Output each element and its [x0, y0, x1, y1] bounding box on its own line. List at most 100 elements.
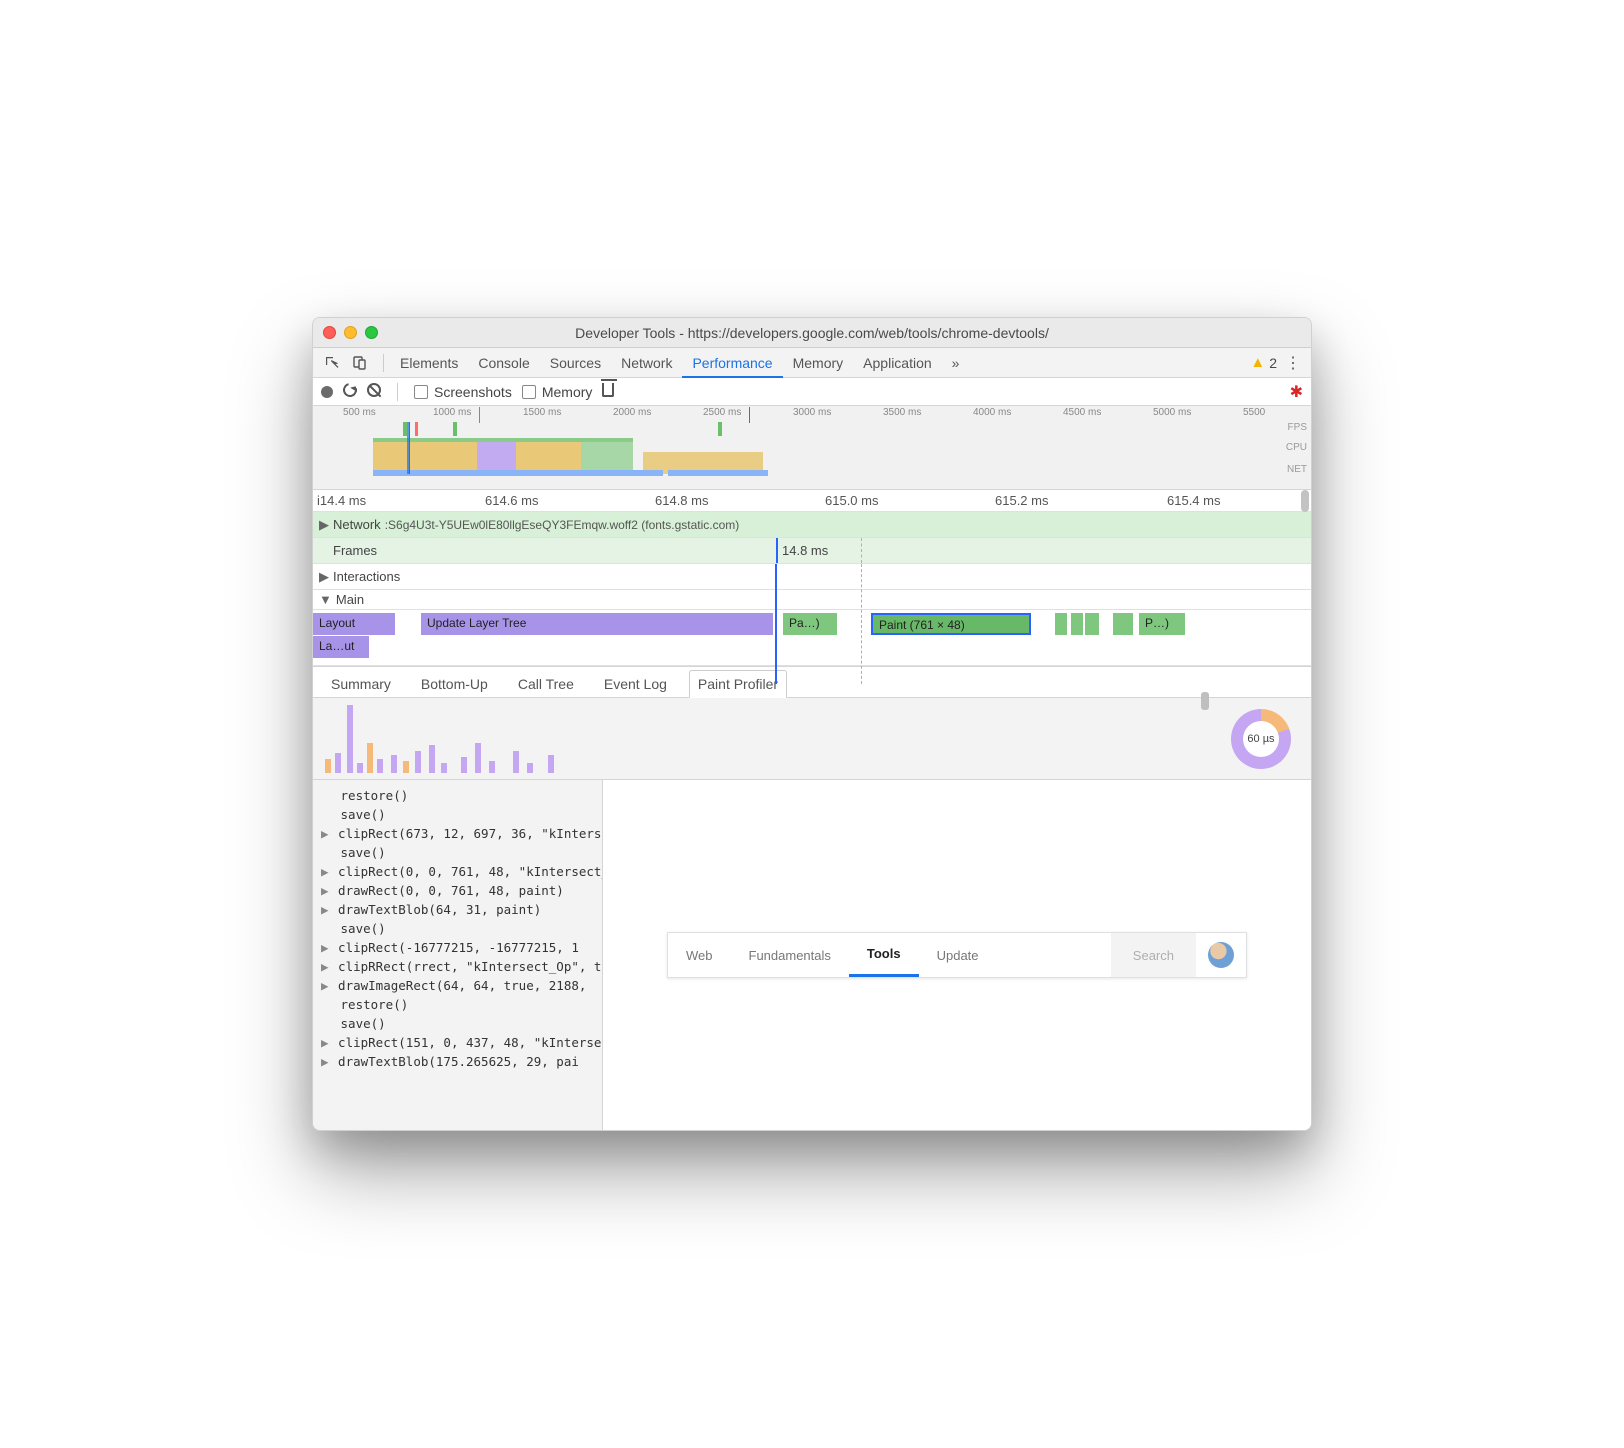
paint-command[interactable]: save()	[313, 805, 602, 824]
paint-command[interactable]: save()	[313, 843, 602, 862]
reload-record-button[interactable]	[343, 383, 357, 400]
paint-profiler-bars[interactable]	[313, 698, 1211, 779]
window-controls	[313, 326, 378, 339]
paint-profiler-header: 60 µs	[313, 698, 1311, 780]
section-network[interactable]: ▶ Network :S6g4U3t-Y5UEw0lE80llgEseQY3FE…	[313, 512, 1311, 538]
devtools-tabstrip: Elements Console Sources Network Perform…	[313, 348, 1311, 378]
flame-layout-2[interactable]: La…ut	[313, 636, 369, 658]
net-activity	[373, 470, 663, 476]
btab-event-log[interactable]: Event Log	[596, 671, 675, 697]
close-window-button[interactable]	[323, 326, 336, 339]
screenshots-label: Screenshots	[434, 384, 512, 400]
window-title: Developer Tools - https://developers.goo…	[313, 325, 1311, 341]
main-flamechart[interactable]: Layout La…ut Update Layer Tree Pa…) Pain…	[313, 610, 1311, 666]
section-main[interactable]: ▼ Main	[313, 590, 1311, 610]
paint-command[interactable]: ▶ drawRect(0, 0, 761, 48, paint)	[313, 881, 602, 900]
network-resource: :S6g4U3t-Y5UEw0lE80llgEseQY3FEmqw.woff2 …	[385, 518, 740, 532]
section-interactions-label: Interactions	[333, 569, 400, 584]
zoom-window-button[interactable]	[365, 326, 378, 339]
net-label: NET	[1287, 464, 1307, 475]
nav-web: Web	[668, 933, 731, 977]
flame-update-layer-tree[interactable]: Update Layer Tree	[421, 613, 773, 635]
frame-boundary	[861, 564, 862, 684]
paint-command[interactable]: restore()	[313, 995, 602, 1014]
paint-command[interactable]: ▶ clipRect(673, 12, 697, 36, "kInterse	[313, 824, 602, 843]
inspect-icon[interactable]	[321, 352, 343, 374]
tabs-overflow[interactable]: »	[942, 348, 970, 378]
section-network-label: Network	[333, 517, 381, 532]
cpu-activity	[373, 438, 633, 474]
btab-call-tree[interactable]: Call Tree	[510, 671, 582, 697]
tab-elements[interactable]: Elements	[390, 348, 468, 378]
scroll-indicator[interactable]	[1201, 692, 1209, 710]
gc-button[interactable]	[602, 383, 614, 400]
capture-settings-icon[interactable]: ✱	[1290, 382, 1303, 402]
cpu-label: CPU	[1286, 442, 1307, 453]
paint-preview: Web Fundamentals Tools Update Search	[603, 780, 1311, 1130]
flame-paint-small[interactable]: Pa…)	[783, 613, 837, 635]
devtools-menu-icon[interactable]: ⋮	[1285, 353, 1301, 373]
memory-checkbox[interactable]: Memory	[522, 384, 593, 400]
frame-duration: 14.8 ms	[776, 538, 828, 563]
section-interactions[interactable]: ▶ Interactions	[313, 564, 1311, 590]
avatar	[1208, 942, 1234, 968]
flame-paint-selected[interactable]: Paint (761 × 48)	[871, 613, 1031, 635]
warnings-number: 2	[1269, 355, 1277, 371]
btab-summary[interactable]: Summary	[323, 671, 399, 697]
warnings-count[interactable]: ▲ 2	[1250, 354, 1277, 371]
flamechart-ruler: i14.4 ms 614.6 ms 614.8 ms 615.0 ms 615.…	[313, 490, 1311, 512]
net-activity	[668, 470, 768, 476]
btab-bottom-up[interactable]: Bottom-Up	[413, 671, 496, 697]
expand-icon: ▶	[319, 517, 329, 533]
flame-bar[interactable]	[1085, 613, 1099, 635]
device-toggle-icon[interactable]	[349, 352, 371, 374]
paint-command[interactable]: ▶ clipRect(-16777215, -16777215, 1	[313, 938, 602, 957]
tab-sources[interactable]: Sources	[540, 348, 611, 378]
btab-paint-profiler[interactable]: Paint Profiler	[689, 670, 787, 698]
paint-command[interactable]: ▶ drawTextBlob(175.265625, 29, pai	[313, 1052, 602, 1071]
rendered-navbar: Web Fundamentals Tools Update Search	[667, 932, 1247, 978]
clear-button[interactable]	[367, 383, 381, 400]
flame-paint-2[interactable]: P…)	[1139, 613, 1185, 635]
cursor-line	[775, 564, 777, 684]
tab-console[interactable]: Console	[468, 348, 539, 378]
paint-command-list[interactable]: restore() save()▶ clipRect(673, 12, 697,…	[313, 780, 603, 1130]
record-button[interactable]	[321, 386, 333, 398]
paint-command[interactable]: save()	[313, 919, 602, 938]
section-frames[interactable]: Frames 14.8 ms	[313, 538, 1311, 564]
tab-memory[interactable]: Memory	[783, 348, 854, 378]
fps-label: FPS	[1288, 422, 1307, 433]
collapse-icon: ▼	[319, 592, 332, 607]
flame-bar[interactable]	[1071, 613, 1083, 635]
paint-command[interactable]: ▶ clipRRect(rrect, "kIntersect_Op", tr	[313, 957, 602, 976]
nav-tools: Tools	[849, 933, 919, 977]
paint-command[interactable]: restore()	[313, 786, 602, 805]
paint-command[interactable]: ▶ clipRect(0, 0, 761, 48, "kIntersect_	[313, 862, 602, 881]
tab-network[interactable]: Network	[611, 348, 682, 378]
tab-performance[interactable]: Performance	[682, 348, 782, 378]
overview-ruler: 500 ms 1000 ms 1500 ms 2000 ms 2500 ms 3…	[313, 406, 1311, 422]
timeline-overview[interactable]: 500 ms 1000 ms 1500 ms 2000 ms 2500 ms 3…	[313, 406, 1311, 490]
flame-bar[interactable]	[1055, 613, 1067, 635]
screenshots-checkbox[interactable]: Screenshots	[414, 384, 512, 400]
paint-command[interactable]: save()	[313, 1014, 602, 1033]
minimize-window-button[interactable]	[344, 326, 357, 339]
selection-handle-right[interactable]	[409, 422, 410, 474]
section-main-label: Main	[336, 592, 364, 607]
memory-label: Memory	[542, 384, 593, 400]
paint-command[interactable]: ▶ clipRect(151, 0, 437, 48, "kInterse	[313, 1033, 602, 1052]
paint-command[interactable]: ▶ drawTextBlob(64, 31, paint)	[313, 900, 602, 919]
nav-updates: Update	[919, 933, 997, 977]
flame-layout[interactable]: Layout	[313, 613, 395, 635]
expand-icon: ▶	[319, 569, 329, 585]
nav-search: Search	[1111, 933, 1196, 977]
paint-donut-wrap: 60 µs	[1211, 698, 1311, 779]
paint-command[interactable]: ▶ drawImageRect(64, 64, true, 2188,	[313, 976, 602, 995]
fcp-marker	[479, 407, 480, 423]
scroll-indicator[interactable]	[1301, 490, 1309, 512]
bottom-tabs: Summary Bottom-Up Call Tree Event Log Pa…	[313, 666, 1311, 698]
paint-profiler-body: restore() save()▶ clipRect(673, 12, 697,…	[313, 780, 1311, 1130]
paint-duration: 60 µs	[1243, 721, 1279, 757]
tab-application[interactable]: Application	[853, 348, 942, 378]
flame-bar[interactable]	[1113, 613, 1133, 635]
